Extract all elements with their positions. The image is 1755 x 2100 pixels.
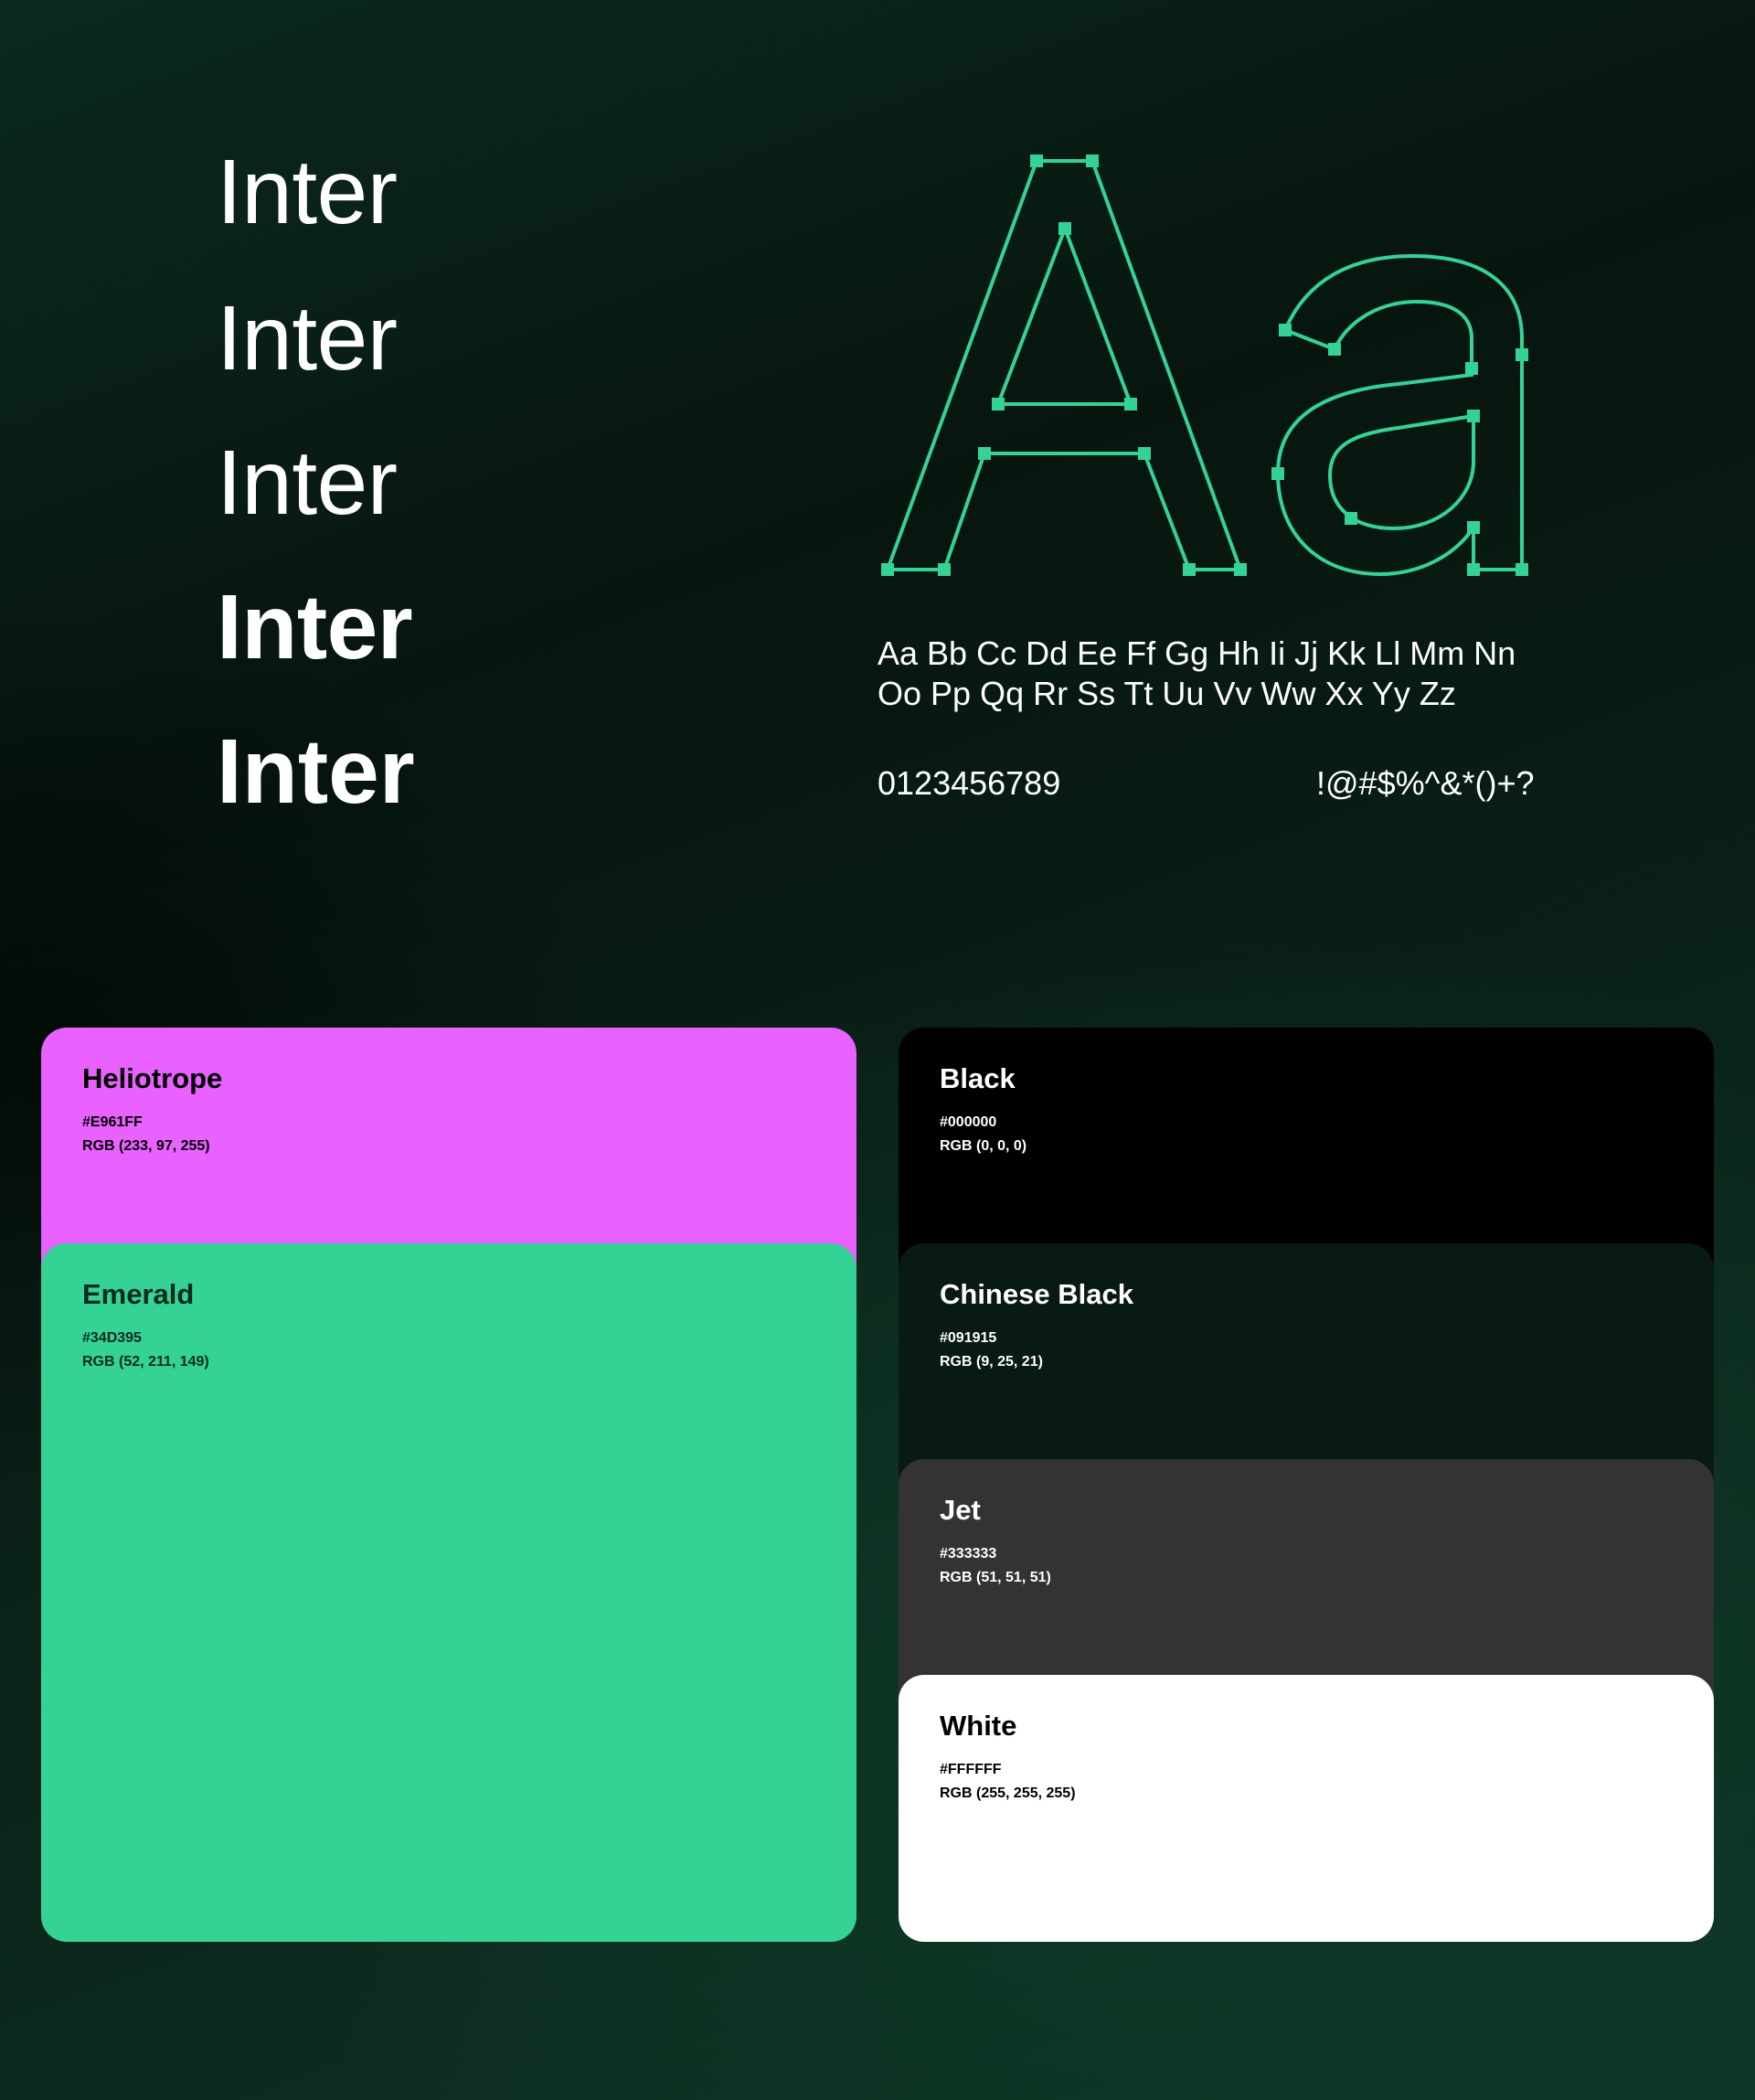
swatch-name: Jet — [940, 1494, 981, 1526]
weight-sample-light: Inter — [217, 287, 398, 389]
glyph-a-lowercase-counter — [1327, 413, 1475, 531]
alphabet-line-1: Aa Bb Cc Dd Ee Ff Gg Hh Ii Jj Kk Ll Mm N… — [878, 634, 1516, 672]
swatch-rgb: RGB (233, 97, 255) — [82, 1138, 210, 1154]
digits-specimen: 0123456789 — [878, 764, 1061, 802]
swatch-rgb: RGB (52, 211, 149) — [82, 1354, 209, 1370]
swatch-emerald: Emerald #34D395 RGB (52, 211, 149) — [41, 1243, 856, 1942]
swatch-hex: #E961FF — [82, 1114, 143, 1130]
swatch-rgb: RGB (255, 255, 255) — [940, 1786, 1076, 1801]
swatch-hex: #34D395 — [82, 1330, 142, 1346]
swatch-name: Heliotrope — [82, 1062, 223, 1094]
glyph-a-lowercase-outline — [1275, 253, 1524, 577]
swatch-hex: #000000 — [940, 1114, 997, 1130]
weight-sample-thin: Inter — [217, 141, 398, 243]
symbols-specimen: !@#$%^&*()+? — [1316, 764, 1535, 802]
swatch-rgb: RGB (0, 0, 0) — [940, 1138, 1027, 1154]
weight-sample-extrabold: Inter — [217, 720, 415, 823]
swatch-hex: #333333 — [940, 1546, 997, 1562]
swatch-rgb: RGB (9, 25, 21) — [940, 1354, 1043, 1370]
swatch-name: Chinese Black — [940, 1278, 1133, 1310]
swatch-rgb: RGB (51, 51, 51) — [940, 1570, 1051, 1585]
swatch-hex: #FFFFFF — [940, 1762, 1002, 1777]
alphabet-line-2: Oo Pp Qq Rr Ss Tt Uu Vv Ww Xx Yy Zz — [878, 675, 1456, 712]
glyph-a-uppercase-counter — [995, 223, 1133, 406]
anchor-points — [881, 155, 1528, 576]
weight-sample-regular: Inter — [217, 432, 398, 534]
swatch-name: White — [940, 1710, 1017, 1742]
swatch-white: White #FFFFFF RGB (255, 255, 255) — [899, 1675, 1714, 1942]
swatch-hex: #091915 — [940, 1330, 997, 1346]
glyph-specimen-aa — [881, 155, 1528, 577]
swatch-name: Black — [940, 1062, 1016, 1094]
alphabet-specimen: Aa Bb Cc Dd Ee Ff Gg Hh Ii Jj Kk Ll Mm N… — [878, 634, 1516, 714]
weight-sample-bold: Inter — [217, 576, 413, 678]
swatch-name: Emerald — [82, 1278, 195, 1310]
